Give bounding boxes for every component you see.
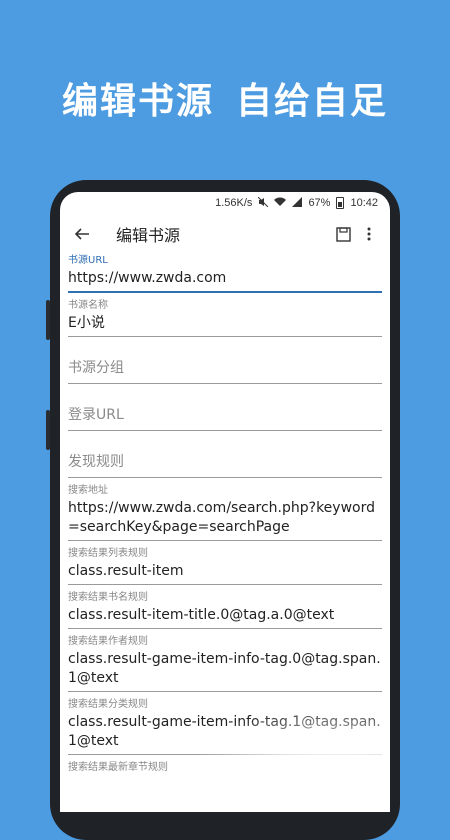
- field-placeholder[interactable]: 书源分组: [68, 343, 382, 383]
- mute-icon: [258, 196, 269, 210]
- field-value[interactable]: class.result-item: [68, 560, 382, 584]
- field-source-url[interactable]: 书源URL https://www.zwda.com: [68, 254, 382, 293]
- field-label: 书源URL: [68, 255, 108, 266]
- field-value[interactable]: class.result-item-title.0@tag.a.0@text: [68, 604, 382, 628]
- promo-headline: 编辑书源 自给自足: [0, 72, 450, 124]
- headline-part2: 自给自足: [236, 81, 389, 122]
- clock: 10:42: [350, 197, 378, 209]
- field-search-category-rule[interactable]: 搜索结果分类规则 class.result-game-item-info-tag…: [68, 698, 382, 755]
- field-search-author-rule[interactable]: 搜索结果作者规则 class.result-game-item-info-tag…: [68, 635, 382, 692]
- phone-screen: 1.56K/s 67% 10:42 编辑书源 书源URL https://www…: [60, 192, 390, 812]
- field-label: 搜索结果作者规则: [68, 636, 148, 647]
- field-value[interactable]: class.result-game-item-info-tag.0@tag.sp…: [68, 648, 382, 691]
- battery-icon: [336, 197, 345, 209]
- field-search-list-rule[interactable]: 搜索结果列表规则 class.result-item: [68, 547, 382, 585]
- field-value[interactable]: E小说: [68, 312, 382, 336]
- field-label: 搜索结果最新章节规则: [68, 762, 168, 773]
- phone-power-button: [46, 410, 50, 450]
- field-login-url[interactable]: 登录URL: [68, 390, 382, 431]
- field-value[interactable]: class.result-game-item-info-tag.1@tag.sp…: [68, 711, 382, 754]
- arrow-left-icon: [74, 228, 89, 240]
- phone-volume-button: [46, 300, 50, 340]
- field-label: 书源名称: [68, 300, 108, 311]
- network-speed: 1.56K/s: [215, 197, 253, 209]
- field-search-name-rule[interactable]: 搜索结果书名规则 class.result-item-title.0@tag.a…: [68, 591, 382, 629]
- page-title: 编辑书源: [116, 226, 181, 245]
- field-placeholder[interactable]: 发现规则: [68, 437, 382, 477]
- field-label: 搜索结果列表规则: [68, 548, 148, 559]
- save-button[interactable]: [330, 220, 356, 248]
- status-bar: 1.56K/s 67% 10:42: [60, 192, 390, 214]
- more-menu-button[interactable]: [356, 220, 382, 248]
- field-source-group[interactable]: 书源分组: [68, 343, 382, 384]
- field-placeholder[interactable]: 登录URL: [68, 390, 382, 430]
- field-value[interactable]: https://www.zwda.com/search.php?keyword=…: [68, 497, 382, 540]
- field-discover-rule[interactable]: 发现规则: [68, 437, 382, 478]
- field-source-name[interactable]: 书源名称 E小说: [68, 299, 382, 337]
- back-button[interactable]: [68, 220, 96, 248]
- toolbar: 编辑书源: [60, 214, 390, 254]
- field-value[interactable]: https://www.zwda.com: [68, 267, 382, 291]
- field-search-latest-chapter-rule[interactable]: 搜索结果最新章节规则: [68, 761, 382, 774]
- field-search-url[interactable]: 搜索地址 https://www.zwda.com/search.php?key…: [68, 484, 382, 541]
- field-label: 搜索结果分类规则: [68, 699, 148, 710]
- source-form: 书源URL https://www.zwda.com 书源名称 E小说 书源分组…: [60, 254, 390, 774]
- field-label: 搜索地址: [68, 485, 108, 496]
- wifi-icon: [274, 197, 287, 210]
- signal-icon: [292, 196, 303, 210]
- battery-percent: 67%: [308, 197, 331, 209]
- headline-part1: 编辑书源: [61, 81, 214, 122]
- field-label: 搜索结果书名规则: [68, 592, 148, 603]
- more-vert-icon: [367, 227, 371, 241]
- save-icon: [335, 226, 351, 242]
